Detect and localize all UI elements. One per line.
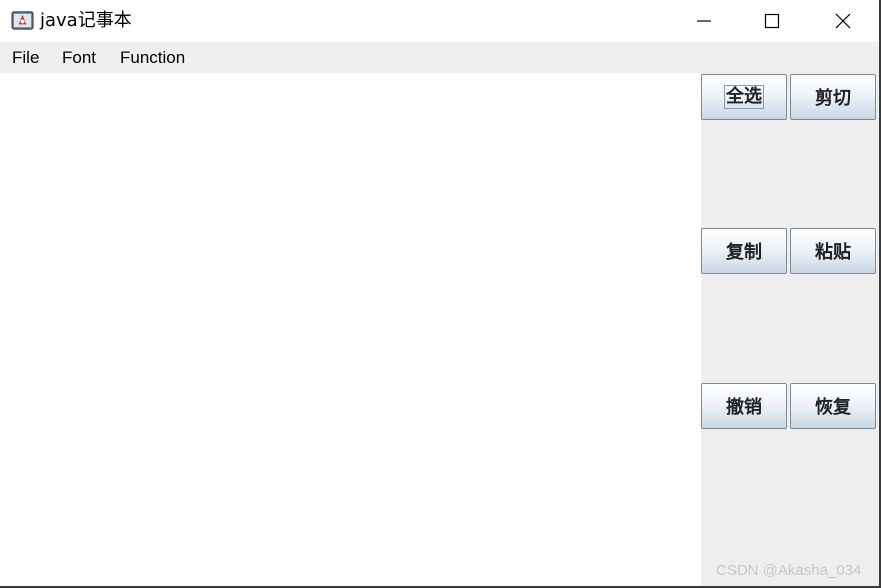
minimize-button[interactable]: [675, 0, 733, 42]
menu-bar: File Font Function: [0, 42, 879, 73]
paste-label: 粘贴: [815, 242, 851, 263]
undo-label: 撤销: [726, 397, 762, 418]
redo-button[interactable]: 恢复: [790, 383, 876, 429]
undo-button[interactable]: 撤销: [701, 383, 787, 429]
menu-file[interactable]: File: [12, 42, 39, 73]
copy-label: 复制: [726, 242, 762, 263]
select-all-label: 全选: [724, 85, 764, 109]
cut-button[interactable]: 剪切: [790, 74, 876, 120]
button-panel: [701, 73, 879, 586]
select-all-button[interactable]: 全选: [701, 74, 787, 120]
menu-font[interactable]: Font: [62, 42, 96, 73]
title-bar[interactable]: java记事本: [0, 0, 879, 42]
watermark-text: CSDN @Akasha_034: [716, 562, 862, 579]
copy-button[interactable]: 复制: [701, 228, 787, 274]
close-icon: [835, 13, 851, 29]
java-app-icon: [11, 11, 34, 30]
window-title: java记事本: [40, 10, 132, 31]
close-button[interactable]: [814, 0, 872, 42]
maximize-button[interactable]: [743, 0, 801, 42]
text-editor-area[interactable]: [0, 73, 701, 586]
app-window: java记事本 File Font Function 全选 剪切 复制 粘贴 撤…: [0, 0, 881, 588]
paste-button[interactable]: 粘贴: [790, 228, 876, 274]
menu-function[interactable]: Function: [120, 42, 185, 73]
cut-label: 剪切: [815, 88, 851, 109]
minimize-icon: [697, 20, 711, 22]
maximize-icon: [764, 13, 780, 29]
redo-label: 恢复: [815, 397, 851, 418]
